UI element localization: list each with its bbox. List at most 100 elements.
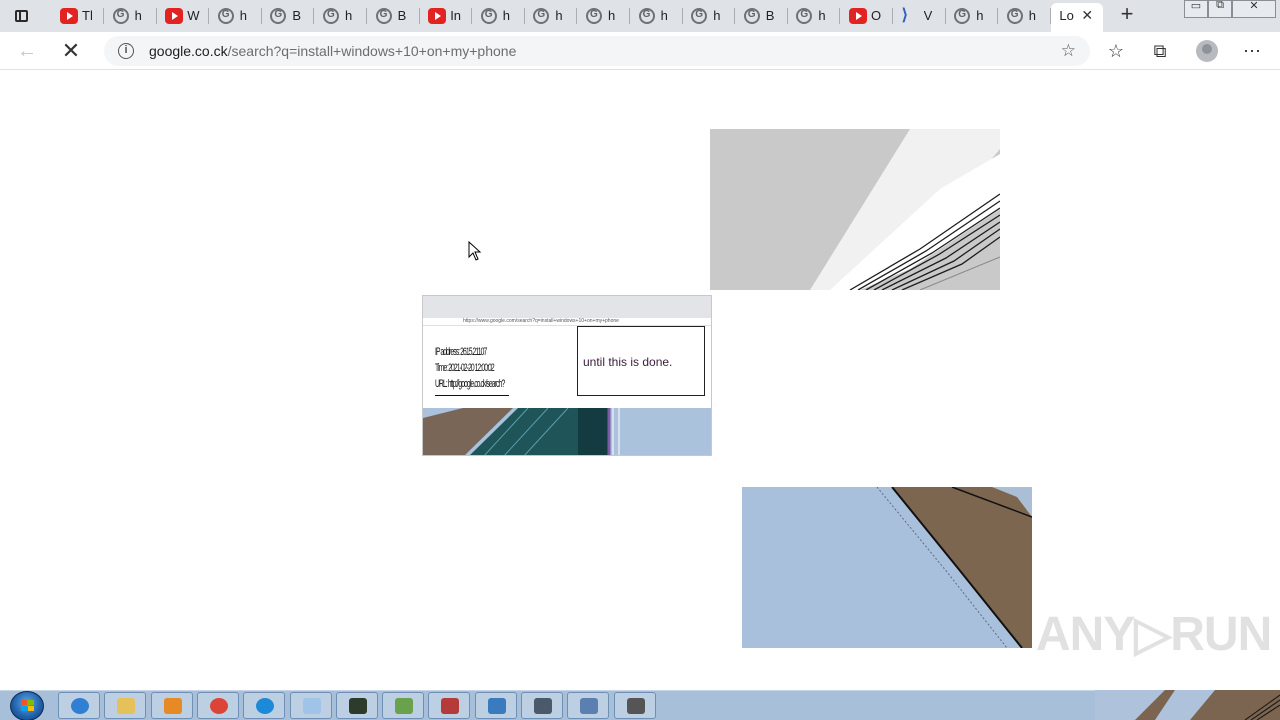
network-icon	[395, 698, 414, 714]
address-bar[interactable]: i google.co.ck/search?q=install+windows+…	[104, 36, 1090, 66]
minimize-button[interactable]: ▭	[1184, 0, 1208, 18]
google-icon	[691, 8, 708, 24]
browser-tab[interactable]: h	[788, 3, 841, 29]
tab-title: h	[502, 8, 511, 23]
tab-title: h	[608, 8, 616, 23]
start-button[interactable]	[10, 691, 44, 720]
terminal-icon	[348, 698, 367, 714]
thumbnail-message-box: until this is done.	[577, 326, 705, 396]
tab-title: h	[239, 8, 248, 23]
chrome-icon	[209, 698, 228, 714]
google-icon	[480, 8, 497, 24]
tab-actions-icon[interactable]	[12, 6, 32, 26]
google-icon	[743, 8, 760, 24]
taskbar-button[interactable]	[521, 692, 563, 719]
stop-loading-button[interactable]: ✕	[58, 38, 84, 64]
collections-icon[interactable]: ⧉	[1148, 40, 1172, 64]
url-text[interactable]: google.co.ck/search?q=install+windows+10…	[149, 43, 516, 59]
tool-icon	[534, 698, 552, 714]
taskbar-button[interactable]	[289, 692, 332, 719]
browser-tab[interactable]: h	[631, 3, 683, 29]
browser-tab[interactable]: h	[105, 3, 157, 29]
rendering-artifact	[1095, 690, 1280, 720]
browser-tab[interactable]: O	[841, 3, 893, 29]
tab-title: In	[450, 8, 462, 23]
taskbar-button[interactable]	[58, 692, 100, 719]
edge-icon	[256, 698, 275, 714]
taskbar-button[interactable]	[196, 692, 239, 719]
profile-avatar[interactable]	[1196, 40, 1218, 62]
google-icon	[1006, 8, 1023, 24]
close-window-button[interactable]: ✕	[1232, 0, 1276, 18]
browser-tab[interactable]: h	[999, 3, 1051, 29]
url-path: /search?q=install+windows+10+on+my+phone	[227, 43, 517, 59]
browser-tab[interactable]: h	[946, 3, 999, 29]
tab-title: B	[397, 8, 407, 23]
google-icon	[375, 8, 392, 24]
file-explorer-icon	[117, 698, 136, 714]
tab-title: h	[555, 8, 563, 23]
taskbar-button[interactable]	[243, 692, 286, 719]
tab-title: V	[923, 8, 933, 23]
windows-taskbar	[0, 690, 1280, 720]
browser-tab[interactable]: W	[157, 3, 210, 29]
favorites-icon[interactable]: ☆	[1104, 40, 1128, 64]
restore-button[interactable]: ⧉	[1208, 0, 1232, 18]
calculator-icon	[626, 698, 645, 714]
browser-tab[interactable]: h	[683, 3, 736, 29]
youtube-icon	[428, 8, 447, 24]
taskbar-button[interactable]	[613, 692, 656, 719]
google-icon	[533, 8, 550, 24]
google-icon	[217, 8, 234, 24]
browser-tab[interactable]: h	[525, 3, 578, 29]
tab-title: h	[1028, 8, 1037, 23]
media-player-icon	[163, 698, 182, 714]
taskbar-button[interactable]	[335, 692, 378, 719]
close-tab-icon[interactable]: ✕	[1081, 7, 1093, 24]
thumbnail-message: until this is done.	[583, 355, 673, 369]
browser-toolbar: ← ✕ i google.co.ck/search?q=install+wind…	[0, 32, 1280, 70]
site-info-icon[interactable]: i	[118, 43, 134, 59]
tab-title: Lo	[1059, 8, 1074, 23]
url-host: google.co.ck	[149, 43, 228, 59]
more-options-icon[interactable]: ⋯	[1240, 40, 1264, 64]
browser-tab[interactable]: h	[578, 3, 630, 29]
thumbnail-info-text: IP address: 2615.21107 Time: 2021-02-20 …	[435, 344, 505, 392]
browser-tab[interactable]: h	[210, 3, 262, 29]
taskbar-button[interactable]	[104, 692, 147, 719]
new-tab-button[interactable]: +	[1116, 3, 1138, 26]
taskbar-button[interactable]	[150, 692, 193, 719]
browser-tab[interactable]: B	[262, 3, 315, 29]
browser-tab[interactable]: Tl	[52, 3, 104, 29]
browser-tab[interactable]: B	[368, 3, 420, 29]
youtube-icon	[849, 8, 867, 24]
google-icon	[323, 8, 339, 24]
toolbox-icon	[441, 698, 460, 714]
browser-tab[interactable]: ⟩ V	[894, 3, 946, 29]
tab-title: B	[292, 8, 302, 23]
google-icon	[112, 8, 129, 24]
browser-tab[interactable]: Lo ✕	[1051, 3, 1104, 32]
screenshot-thumbnail: https://www.google.com/search?q=install+…	[422, 295, 712, 456]
google-icon	[796, 8, 813, 24]
browser-tab[interactable]: h	[315, 3, 367, 29]
back-button[interactable]: ←	[14, 38, 40, 64]
taskbar-button[interactable]	[474, 692, 517, 719]
browser-tab[interactable]: B	[736, 3, 788, 29]
rendering-artifact	[710, 129, 1000, 290]
remote-desktop-icon	[487, 698, 506, 714]
google-icon	[586, 8, 602, 24]
tab-title: W	[187, 8, 200, 23]
anyrun-watermark: ANY▷RUN	[1036, 608, 1272, 661]
visual-studio-icon: ⟩	[901, 7, 908, 24]
browser-tab[interactable]: h	[473, 3, 525, 29]
taskbar-button[interactable]	[567, 692, 610, 719]
info-line-time: Time: 2021-02-20 12:00:02	[435, 362, 495, 374]
add-favorite-icon[interactable]: ☆	[1061, 41, 1076, 61]
tab-title: Tl	[82, 8, 93, 23]
taskbar-button[interactable]	[428, 692, 471, 719]
browser-tab[interactable]: In	[420, 3, 473, 29]
taskbar-button[interactable]	[382, 692, 425, 719]
tab-title: h	[660, 8, 668, 23]
google-icon	[270, 8, 287, 24]
